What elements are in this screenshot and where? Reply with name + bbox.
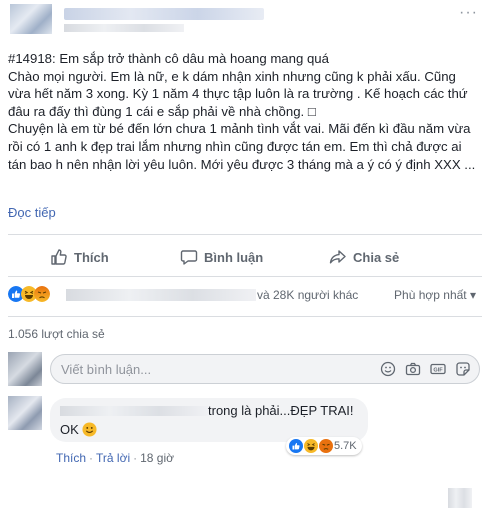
camera-icon[interactable] [405, 361, 421, 377]
commenter-avatar[interactable] [8, 396, 42, 430]
comment-reply-link[interactable]: Trả lời [96, 451, 130, 465]
reactor-names-blurred[interactable] [66, 289, 256, 301]
viewer-avatar[interactable] [8, 352, 42, 386]
like-reaction-icon [289, 439, 303, 453]
comment-like-link[interactable]: Thích [56, 451, 86, 465]
angry-reaction-icon [319, 439, 333, 453]
divider [8, 316, 482, 317]
gif-icon[interactable]: GIF [430, 361, 446, 377]
read-more-link[interactable]: Đọc tiếp [8, 205, 56, 220]
share-arrow-icon [329, 250, 346, 264]
share-label: Chia sẻ [353, 249, 400, 265]
like-button[interactable]: Thích [50, 248, 109, 266]
sticker-icon[interactable] [455, 361, 471, 377]
post-body: #14918: Em sắp trở thành cô dâu mà hoang… [8, 50, 482, 173]
post-paragraph-1: Chào mọi người. Em là nữ, e k dám nhận x… [8, 68, 468, 119]
comment-label: Bình luận [204, 249, 264, 265]
shares-count[interactable]: 1.056 lượt chia sẻ [8, 327, 105, 341]
reactions-summary[interactable]: và 28K người khác Phù hợp nhất ▾ [8, 286, 482, 306]
thumbs-up-icon [51, 249, 67, 265]
comment-input[interactable]: Viết bình luận... [61, 362, 151, 377]
comment-text-line2: OK [60, 422, 97, 437]
share-button[interactable]: Chia sẻ [329, 248, 399, 266]
angry-reaction-icon [34, 286, 50, 302]
composer-tools: GIF [380, 361, 471, 377]
sort-comments-dropdown[interactable]: Phù hợp nhất ▾ [394, 288, 476, 302]
comment-actions: Thích · Trả lời · 18 giờ [56, 451, 174, 465]
post-header: ··· [10, 4, 480, 34]
divider [8, 234, 482, 235]
more-options-icon[interactable]: ··· [459, 4, 478, 22]
emoji-icon[interactable] [380, 361, 396, 377]
svg-text:GIF: GIF [433, 368, 443, 374]
post-time-blurred[interactable] [64, 24, 184, 32]
viewer-avatar-blurred[interactable] [448, 488, 472, 508]
page-avatar[interactable] [10, 4, 52, 34]
comment-text-ok: OK [60, 422, 79, 437]
comment-button[interactable]: Bình luận [180, 248, 263, 266]
comment-time[interactable]: 18 giờ [140, 451, 174, 465]
comment-reaction-count: 5.7K [334, 440, 357, 452]
separator-dot: · [89, 451, 94, 465]
post-action-bar: Thích Bình luận Chia sẻ [0, 240, 490, 508]
like-label: Thích [74, 249, 109, 265]
comment-text-line1: trong là phải...ĐẸP TRAI! [208, 403, 354, 418]
page-name-blurred[interactable] [64, 8, 264, 20]
comment-reactions[interactable]: 5.7K [286, 437, 362, 455]
comment-bubble-icon [180, 250, 198, 265]
haha-reaction-icon [304, 439, 318, 453]
separator-dot: · [133, 451, 138, 465]
post-paragraph-2: Chuyện là em từ bé đến lớn chưa 1 mảnh t… [8, 121, 476, 172]
smile-emoji-icon [82, 422, 97, 437]
reactions-count[interactable]: và 28K người khác [257, 288, 358, 302]
divider [8, 276, 482, 277]
commenter-name-blurred[interactable] [60, 406, 208, 416]
comment-bubble: trong là phải...ĐẸP TRAI! OK [50, 398, 368, 442]
comment-composer[interactable]: Viết bình luận... GIF [50, 354, 480, 384]
post-title: #14918: Em sắp trở thành cô dâu mà hoang… [8, 51, 329, 66]
